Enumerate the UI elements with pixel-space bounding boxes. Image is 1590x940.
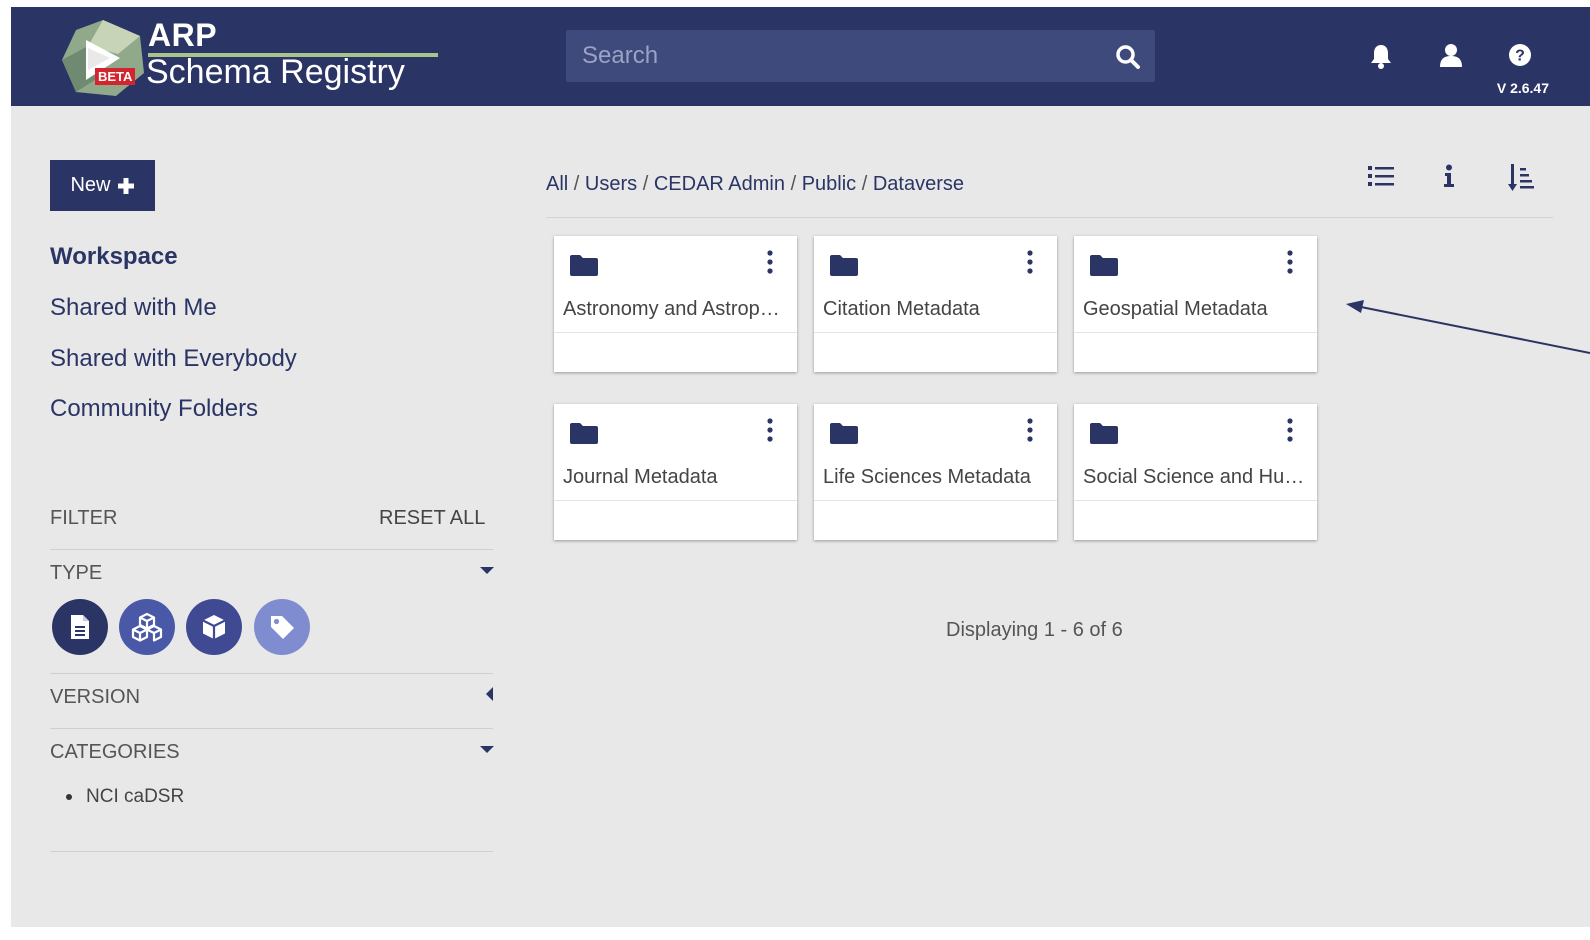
pagination-status: Displaying 1 - 6 of 6 — [946, 619, 1123, 641]
top-bar: ARP BETA Schema Registry ? V 2.6.47 — [11, 7, 1590, 106]
new-button-label: New — [70, 174, 111, 196]
categories-filter-label[interactable]: CATEGORIES — [50, 741, 180, 764]
more-options-icon[interactable] — [1287, 250, 1293, 274]
sidebar-item-shared-with-me[interactable]: Shared with Me — [50, 294, 217, 322]
breadcrumb-all[interactable]: All — [546, 173, 568, 195]
search-input[interactable] — [566, 30, 1106, 82]
more-options-icon[interactable] — [767, 250, 773, 274]
folder-icon — [570, 255, 598, 276]
card-divider — [1074, 500, 1317, 501]
info-icon[interactable] — [1443, 164, 1455, 188]
filter-divider — [50, 549, 493, 550]
folder-card[interactable]: Social Science and Humanities Metadata — [1074, 404, 1317, 540]
breadcrumb-separator: / — [790, 173, 802, 195]
version-label: V 2.6.47 — [1496, 80, 1549, 96]
element-icon — [131, 612, 163, 642]
type-divider — [50, 673, 493, 674]
version-divider — [50, 728, 493, 729]
search-icon[interactable] — [1115, 44, 1141, 70]
folder-icon — [1090, 423, 1118, 444]
folder-icon — [1090, 255, 1118, 276]
field-type-button[interactable] — [186, 599, 242, 655]
sidebar-item-workspace[interactable]: Workspace — [50, 243, 178, 271]
category-label: NCI caDSR — [86, 786, 185, 807]
folder-name: Citation Metadata — [823, 298, 980, 320]
bell-icon[interactable] — [1368, 43, 1394, 69]
more-options-icon[interactable] — [1287, 418, 1293, 442]
card-divider — [1074, 332, 1317, 333]
type-filter-label[interactable]: TYPE — [50, 562, 102, 585]
type-caret-down-icon[interactable] — [480, 567, 494, 574]
folder-name: Geospatial Metadata — [1083, 298, 1268, 320]
list-view-icon[interactable] — [1368, 164, 1394, 188]
instance-type-button[interactable] — [254, 599, 310, 655]
logo-acronym: ARP — [148, 17, 218, 53]
more-options-icon[interactable] — [1027, 250, 1033, 274]
plus-icon — [117, 177, 134, 194]
card-divider — [814, 500, 1057, 501]
breadcrumb-public[interactable]: Public — [802, 173, 856, 195]
folder-card[interactable]: Astronomy and Astrophysics Metadata — [554, 236, 797, 372]
more-options-icon[interactable] — [1027, 418, 1033, 442]
help-icon[interactable]: ? — [1508, 43, 1532, 67]
folder-card[interactable]: Journal Metadata — [554, 404, 797, 540]
filter-heading: FILTER — [50, 507, 118, 529]
breadcrumb-cedar-admin[interactable]: CEDAR Admin — [654, 173, 785, 195]
folder-name: Life Sciences Metadata — [823, 466, 1031, 488]
folder-name: Social Science and Humanities Metadata — [1083, 466, 1308, 488]
version-caret-left-icon[interactable] — [486, 687, 493, 701]
template-icon — [71, 615, 89, 639]
folder-icon — [830, 423, 858, 444]
folder-icon — [830, 255, 858, 276]
folder-card[interactable]: Citation Metadata — [814, 236, 1057, 372]
sort-icon[interactable] — [1508, 164, 1534, 192]
sidebar-item-shared-with-everybody[interactable]: Shared with Everybody — [50, 345, 297, 373]
categories-caret-down-icon[interactable] — [480, 746, 494, 753]
folder-name: Astronomy and Astrophysics Metadata — [563, 298, 788, 320]
reset-all-link[interactable]: RESET ALL — [379, 507, 485, 530]
breadcrumb-users[interactable]: Users — [585, 173, 637, 195]
folder-icon — [570, 423, 598, 444]
folder-card[interactable]: Life Sciences Metadata — [814, 404, 1057, 540]
bullet-icon — [66, 794, 72, 800]
breadcrumb-dataverse[interactable]: Dataverse — [873, 173, 964, 195]
more-options-icon[interactable] — [767, 418, 773, 442]
tag-icon — [271, 616, 294, 639]
folder-card[interactable]: Geospatial Metadata — [1074, 236, 1317, 372]
element-type-button[interactable] — [119, 599, 175, 655]
folder-name: Journal Metadata — [563, 466, 718, 488]
user-icon[interactable] — [1439, 43, 1463, 69]
beta-badge: BETA — [95, 68, 136, 85]
version-filter-label[interactable]: VERSION — [50, 686, 140, 709]
logo-gem-icon — [62, 20, 144, 96]
categories-divider — [50, 851, 493, 852]
field-icon — [202, 615, 226, 639]
search-box — [566, 30, 1155, 82]
card-divider — [814, 332, 1057, 333]
breadcrumb-separator: / — [861, 173, 873, 195]
logo-name: Schema Registry — [146, 53, 405, 91]
breadcrumb: All / Users / CEDAR Admin / Public / Dat… — [546, 173, 964, 196]
new-button[interactable]: New — [50, 160, 155, 211]
card-divider — [554, 332, 797, 333]
svg-text:?: ? — [1515, 48, 1525, 65]
main-divider — [546, 217, 1553, 218]
app-window: ARP BETA Schema Registry ? V 2.6.47 New — [11, 7, 1590, 927]
card-divider — [554, 500, 797, 501]
template-type-button[interactable] — [52, 599, 108, 655]
breadcrumb-separator: / — [573, 173, 585, 195]
sidebar-item-community-folders[interactable]: Community Folders — [50, 395, 258, 423]
breadcrumb-separator: / — [642, 173, 654, 195]
category-item[interactable]: NCI caDSR — [66, 786, 184, 808]
annotation-arrow-icon — [1346, 300, 1590, 354]
